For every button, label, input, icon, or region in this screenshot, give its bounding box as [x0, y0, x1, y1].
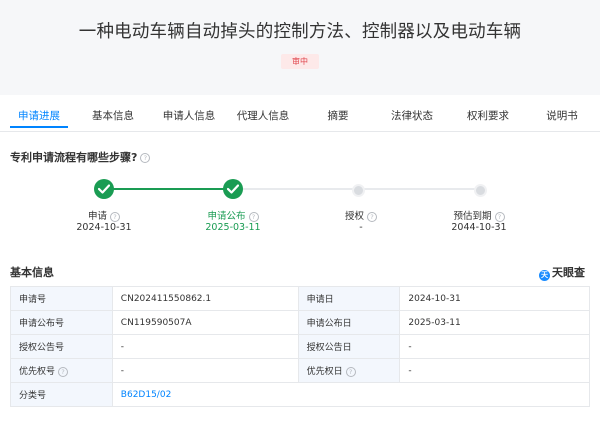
publication-number-value: CN119590507A	[111, 310, 299, 335]
page-title: 一种电动车辆自动掉头的控制方法、控制器以及电动车辆	[78, 22, 522, 42]
active-tab-indicator	[10, 126, 68, 128]
progress-title-text: 专利申请流程有哪些步骤?	[10, 151, 138, 164]
basic-info-table: 申请号 CN202411550862.1 申请日 2024-10-31 申请公布…	[10, 286, 591, 407]
publication-date-key: 申请公布日	[297, 310, 401, 335]
status-badge: 审中	[281, 54, 319, 69]
help-icon[interactable]: ?	[248, 211, 259, 222]
step-pending-icon	[352, 184, 365, 197]
application-number-value: CN202411550862.1	[111, 286, 299, 311]
step-apply-date: 2024-10-31	[76, 222, 132, 233]
step-label-text: 授权	[344, 211, 364, 222]
step-grant-date: -	[359, 222, 363, 233]
tab-abstract[interactable]: 摘要	[310, 101, 366, 131]
step-publication-date: 2025-03-11	[205, 222, 261, 233]
help-icon[interactable]: ?	[58, 366, 69, 377]
step-expiry-label: 预估到期?	[419, 208, 539, 222]
step-pending-icon	[474, 184, 487, 197]
step-expiry-date: 2044-10-31	[451, 222, 507, 233]
progress-line-done	[113, 188, 233, 190]
table-row: 分类号 B62D15/02	[10, 382, 591, 407]
publication-number-key: 申请公布号	[10, 310, 113, 335]
grant-number-key: 授权公告号	[10, 334, 113, 359]
progress-section-title: 专利申请流程有哪些步骤??	[10, 149, 151, 165]
table-row: 授权公告号 - 授权公告日 -	[10, 334, 590, 359]
classification-link[interactable]: B62D15/02	[121, 390, 172, 400]
priority-date-value: -	[399, 358, 590, 383]
step-label-text: 预估到期	[453, 211, 492, 222]
table-row: 申请号 CN202411550862.1 申请日 2024-10-31	[10, 286, 590, 311]
priority-date-key-text: 优先权日	[306, 367, 343, 377]
step-label-text: 申请	[87, 211, 107, 222]
application-number-key: 申请号	[10, 286, 113, 311]
brand-text: 天眼查	[552, 266, 585, 279]
step-grant-label: 授权?	[301, 208, 421, 222]
step-label-text: 申请公布	[207, 211, 246, 222]
help-icon[interactable]: ?	[140, 153, 151, 163]
basic-info-title: 基本信息	[10, 266, 54, 279]
header: 一种电动车辆自动掉头的控制方法、控制器以及电动车辆 审中	[0, 0, 600, 95]
help-icon[interactable]: ?	[367, 211, 377, 222]
help-icon[interactable]: ?	[494, 211, 505, 222]
tab-description[interactable]: 说明书	[530, 101, 594, 131]
tianyancha-logo-icon: 天	[539, 270, 550, 281]
classification-key: 分类号	[10, 382, 113, 407]
brand-logo: 天天眼查	[539, 264, 585, 281]
tab-bar: 申请进展 基本信息 申请人信息 代理人信息 摘要 法律状态 权利要求 说明书	[0, 101, 600, 132]
priority-number-value: -	[111, 358, 299, 383]
step-publication-label: 申请公布?	[173, 208, 293, 222]
classification-value: B62D15/02	[111, 382, 591, 407]
help-icon[interactable]: ?	[110, 211, 120, 222]
help-icon[interactable]: ?	[345, 366, 356, 377]
step-apply-label: 申请?	[44, 208, 164, 222]
priority-number-key: 优先权号?	[10, 358, 113, 383]
grant-date-value: -	[399, 334, 590, 359]
grant-number-value: -	[111, 334, 299, 359]
table-row: 申请公布号 CN119590507A 申请公布日 2025-03-11	[10, 310, 590, 335]
application-date-value: 2024-10-31	[399, 286, 590, 311]
tab-agent-info[interactable]: 代理人信息	[224, 101, 302, 131]
tab-applicant-info[interactable]: 申请人信息	[150, 101, 228, 131]
grant-date-key: 授权公告日	[297, 334, 401, 359]
priority-date-key: 优先权日?	[297, 358, 401, 383]
step-done-icon	[223, 179, 243, 199]
publication-date-value: 2025-03-11	[399, 310, 590, 335]
step-done-icon	[94, 179, 114, 199]
table-row: 优先权号? - 优先权日? -	[10, 358, 590, 383]
tab-basic-info[interactable]: 基本信息	[78, 101, 148, 131]
application-date-key: 申请日	[297, 286, 401, 311]
priority-number-key-text: 优先权号	[19, 367, 56, 377]
tab-claims[interactable]: 权利要求	[452, 101, 524, 131]
tab-legal-status[interactable]: 法律状态	[378, 101, 446, 131]
